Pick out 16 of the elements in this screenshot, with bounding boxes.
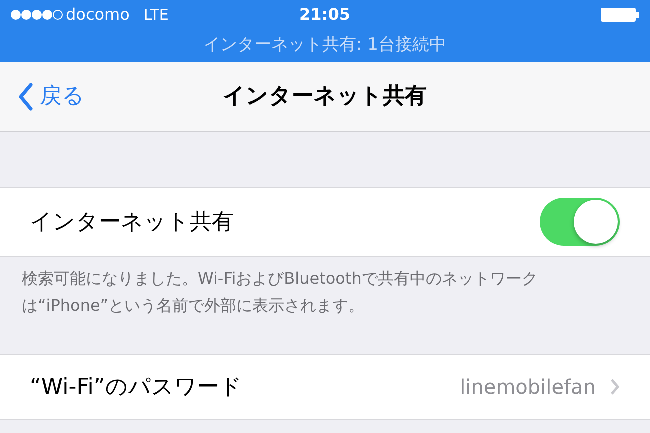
row-label: インターネット共有 (30, 208, 234, 236)
clock: 21:05 (300, 4, 350, 26)
chevron-right-icon (610, 378, 620, 396)
password-value: linemobilefan (460, 374, 596, 401)
network-type: LTE (144, 4, 169, 26)
back-button[interactable]: 戻る (18, 80, 85, 113)
hotspot-toggle[interactable] (540, 198, 620, 246)
page-title: インターネット共有 (223, 83, 427, 111)
carrier-name: docomo (66, 4, 130, 26)
row-label: “Wi-Fi”のパスワード (30, 374, 242, 402)
footer-note: 検索可能になりました。Wi-FiおよびBluetoothで共有中のネットワークは“iPhone”という名前で外部に表示されます。 (22, 268, 539, 317)
password-row[interactable]: “Wi-Fi”のパスワード linemobilefan (0, 354, 650, 420)
signal-icon (10, 9, 64, 21)
chevron-left-icon (18, 82, 34, 110)
battery-icon (600, 7, 640, 23)
tethering-status-text: インターネット共有: 1台接続中 (204, 34, 446, 58)
